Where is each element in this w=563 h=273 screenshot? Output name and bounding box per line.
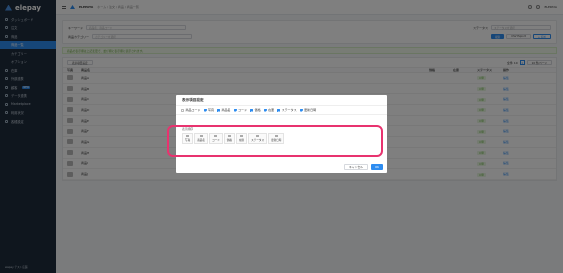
checkbox-icon[interactable]	[250, 108, 254, 112]
column-checkbox[interactable]: 在庫	[263, 108, 275, 112]
checkbox-label: 商品コード	[185, 108, 201, 112]
column-checkbox[interactable]: 商品名	[217, 108, 231, 112]
checkbox-icon[interactable]	[203, 108, 207, 112]
column-checkbox[interactable]: 更新日時	[299, 108, 317, 112]
modal-footer: キャンセル OK	[343, 164, 383, 170]
column-checkboxes: 商品コード 写真 商品名 コード 価格 在庫 ステータス 更新日時	[176, 106, 387, 115]
column-checkbox[interactable]: ステータス	[277, 108, 297, 112]
checkbox-icon[interactable]	[217, 108, 221, 112]
column-checkbox[interactable]: 商品コード	[181, 108, 201, 112]
checkbox-icon[interactable]	[181, 108, 184, 112]
checkbox-label: 写真	[208, 108, 215, 112]
checkbox-label: ステータス	[281, 108, 297, 112]
checkbox-icon[interactable]	[263, 108, 267, 112]
checkbox-label: 価格	[254, 108, 261, 112]
checkbox-icon[interactable]	[299, 108, 303, 112]
highlight-annotation	[167, 125, 383, 157]
checkbox-label: 更新日時	[304, 108, 317, 112]
checkbox-icon[interactable]	[277, 108, 281, 112]
cancel-button[interactable]: キャンセル	[343, 164, 368, 170]
column-checkbox[interactable]: 写真	[203, 108, 215, 112]
checkbox-label: 商品名	[221, 108, 231, 112]
checkbox-label: コード	[238, 108, 248, 112]
checkbox-icon[interactable]	[233, 108, 237, 112]
column-checkbox[interactable]: 価格	[250, 108, 261, 112]
ok-button[interactable]: OK	[370, 164, 383, 170]
column-checkbox[interactable]: コード	[233, 108, 248, 112]
checkbox-label: 在庫	[268, 108, 275, 112]
modal-title: 表示項目設定	[176, 95, 387, 106]
